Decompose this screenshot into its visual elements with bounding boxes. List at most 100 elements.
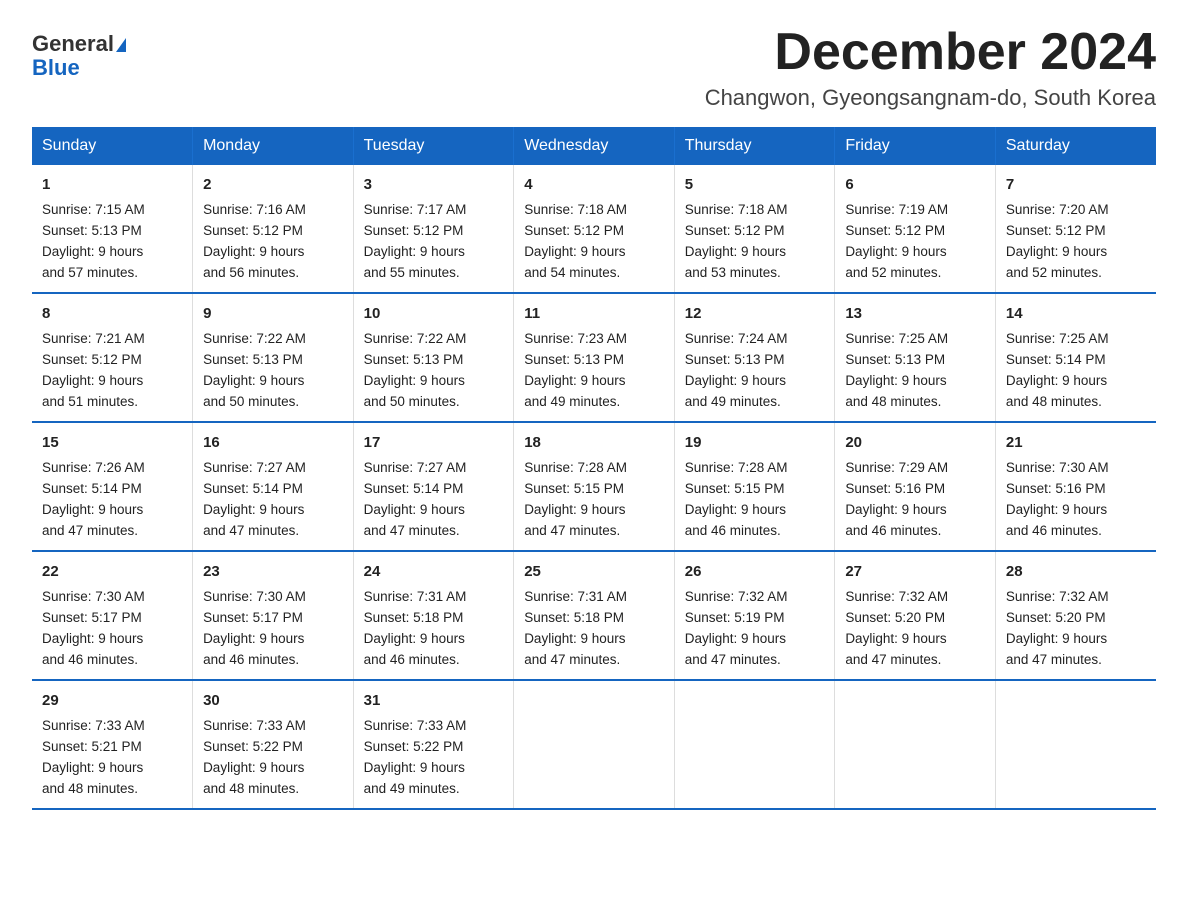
day-info-line: Sunset: 5:20 PM [1006,608,1146,629]
calendar-cell: 21Sunrise: 7:30 AMSunset: 5:16 PMDayligh… [995,422,1156,551]
day-info-line: Sunset: 5:12 PM [42,350,182,371]
day-number: 20 [845,431,985,454]
day-info-line: Sunrise: 7:18 AM [524,200,664,221]
logo-text: General Blue [32,32,126,80]
day-info-line: Daylight: 9 hours [524,242,664,263]
day-info-line: and 47 minutes. [845,650,985,671]
calendar-cell: 28Sunrise: 7:32 AMSunset: 5:20 PMDayligh… [995,551,1156,680]
day-info-line: Sunrise: 7:30 AM [203,587,343,608]
day-number: 6 [845,173,985,196]
day-info-line: Sunset: 5:18 PM [524,608,664,629]
calendar-cell: 27Sunrise: 7:32 AMSunset: 5:20 PMDayligh… [835,551,996,680]
day-info-line: and 47 minutes. [364,521,504,542]
day-info-line: and 53 minutes. [685,263,825,284]
day-number: 10 [364,302,504,325]
day-info-line: Daylight: 9 hours [364,371,504,392]
day-info-line: and 50 minutes. [203,392,343,413]
day-info-line: Daylight: 9 hours [524,500,664,521]
day-info-line: Sunrise: 7:28 AM [524,458,664,479]
day-info-line: Sunrise: 7:21 AM [42,329,182,350]
calendar-body: 1Sunrise: 7:15 AMSunset: 5:13 PMDaylight… [32,165,1156,809]
day-number: 16 [203,431,343,454]
day-info-line: and 47 minutes. [685,650,825,671]
day-number: 9 [203,302,343,325]
day-info-line: Sunrise: 7:30 AM [1006,458,1146,479]
day-info-line: Sunset: 5:14 PM [42,479,182,500]
day-number: 13 [845,302,985,325]
day-info-line: Daylight: 9 hours [845,500,985,521]
day-number: 14 [1006,302,1146,325]
calendar-cell: 30Sunrise: 7:33 AMSunset: 5:22 PMDayligh… [193,680,354,809]
calendar-cell: 11Sunrise: 7:23 AMSunset: 5:13 PMDayligh… [514,293,675,422]
calendar-cell: 25Sunrise: 7:31 AMSunset: 5:18 PMDayligh… [514,551,675,680]
calendar-cell: 17Sunrise: 7:27 AMSunset: 5:14 PMDayligh… [353,422,514,551]
day-info-line: Sunrise: 7:33 AM [203,716,343,737]
day-number: 25 [524,560,664,583]
day-info-line: Daylight: 9 hours [203,242,343,263]
day-info-line: Sunrise: 7:27 AM [203,458,343,479]
day-info-line: Daylight: 9 hours [524,371,664,392]
day-info-line: Sunset: 5:19 PM [685,608,825,629]
calendar-cell: 26Sunrise: 7:32 AMSunset: 5:19 PMDayligh… [674,551,835,680]
calendar-cell: 13Sunrise: 7:25 AMSunset: 5:13 PMDayligh… [835,293,996,422]
day-info-line: Sunset: 5:18 PM [364,608,504,629]
calendar-cell: 8Sunrise: 7:21 AMSunset: 5:12 PMDaylight… [32,293,193,422]
page-header: General Blue December 2024 Changwon, Gye… [32,24,1156,111]
day-info-line: Daylight: 9 hours [685,371,825,392]
calendar-cell: 7Sunrise: 7:20 AMSunset: 5:12 PMDaylight… [995,165,1156,293]
day-info-line: Daylight: 9 hours [42,500,182,521]
day-info-line: Daylight: 9 hours [203,371,343,392]
logo-triangle-icon [116,38,126,52]
calendar-cell: 20Sunrise: 7:29 AMSunset: 5:16 PMDayligh… [835,422,996,551]
day-number: 2 [203,173,343,196]
day-number: 24 [364,560,504,583]
day-info-line: Sunset: 5:12 PM [203,221,343,242]
day-info-line: and 47 minutes. [524,650,664,671]
day-info-line: Sunrise: 7:22 AM [203,329,343,350]
day-info-line: Sunrise: 7:30 AM [42,587,182,608]
day-info-line: Sunrise: 7:25 AM [1006,329,1146,350]
header-row: SundayMondayTuesdayWednesdayThursdayFrid… [32,127,1156,165]
day-info-line: Daylight: 9 hours [203,629,343,650]
day-info-line: and 46 minutes. [845,521,985,542]
week-row: 1Sunrise: 7:15 AMSunset: 5:13 PMDaylight… [32,165,1156,293]
calendar-cell: 31Sunrise: 7:33 AMSunset: 5:22 PMDayligh… [353,680,514,809]
day-info-line: and 52 minutes. [845,263,985,284]
day-number: 19 [685,431,825,454]
day-info-line: Daylight: 9 hours [203,500,343,521]
day-info-line: Sunset: 5:22 PM [364,737,504,758]
day-info-line: and 47 minutes. [1006,650,1146,671]
day-number: 28 [1006,560,1146,583]
day-info-line: Sunrise: 7:22 AM [364,329,504,350]
day-info-line: and 46 minutes. [364,650,504,671]
day-info-line: Sunrise: 7:33 AM [42,716,182,737]
calendar-cell [835,680,996,809]
day-info-line: Sunset: 5:12 PM [364,221,504,242]
day-number: 31 [364,689,504,712]
calendar-cell [995,680,1156,809]
day-info-line: Daylight: 9 hours [364,629,504,650]
day-info-line: and 50 minutes. [364,392,504,413]
calendar-cell: 29Sunrise: 7:33 AMSunset: 5:21 PMDayligh… [32,680,193,809]
day-info-line: Sunset: 5:12 PM [685,221,825,242]
day-number: 3 [364,173,504,196]
header-cell-sunday: Sunday [32,127,193,165]
day-info-line: Sunset: 5:13 PM [524,350,664,371]
day-info-line: Daylight: 9 hours [364,758,504,779]
calendar-header: SundayMondayTuesdayWednesdayThursdayFrid… [32,127,1156,165]
day-info-line: Sunrise: 7:24 AM [685,329,825,350]
calendar-cell: 9Sunrise: 7:22 AMSunset: 5:13 PMDaylight… [193,293,354,422]
day-info-line: Daylight: 9 hours [685,242,825,263]
day-info-line: and 46 minutes. [685,521,825,542]
day-number: 12 [685,302,825,325]
day-info-line: Sunrise: 7:32 AM [845,587,985,608]
week-row: 22Sunrise: 7:30 AMSunset: 5:17 PMDayligh… [32,551,1156,680]
header-cell-monday: Monday [193,127,354,165]
day-info-line: Sunset: 5:14 PM [1006,350,1146,371]
day-info-line: and 46 minutes. [203,650,343,671]
day-info-line: Sunrise: 7:27 AM [364,458,504,479]
day-number: 15 [42,431,182,454]
calendar-cell: 15Sunrise: 7:26 AMSunset: 5:14 PMDayligh… [32,422,193,551]
day-info-line: Sunset: 5:13 PM [42,221,182,242]
day-info-line: and 49 minutes. [524,392,664,413]
